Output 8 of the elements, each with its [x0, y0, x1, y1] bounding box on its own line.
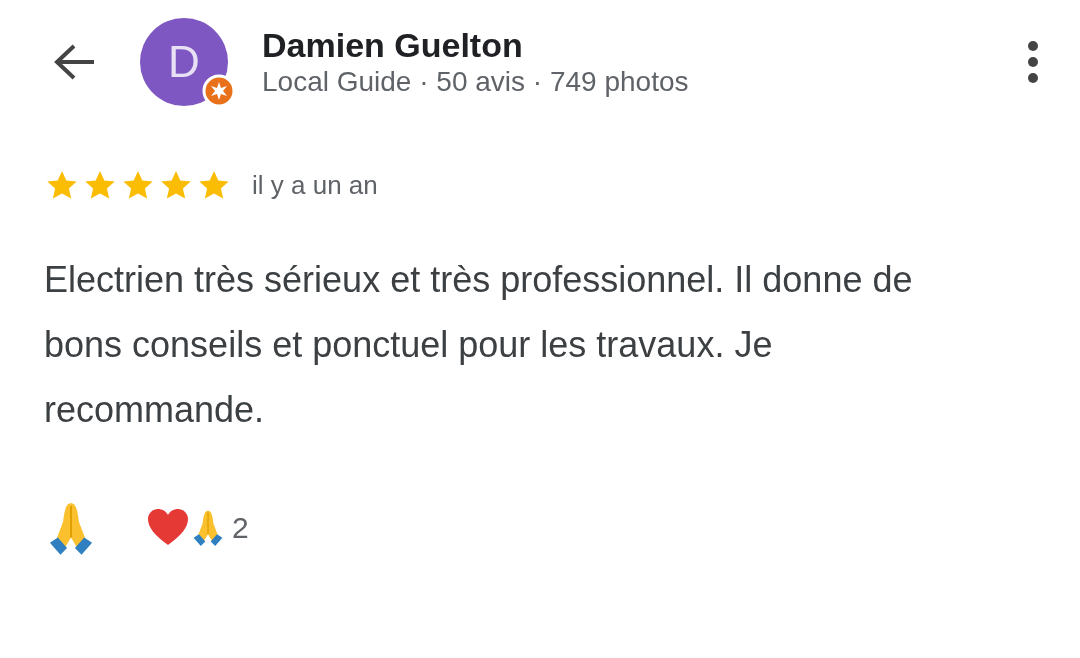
- review-time: il y a un an: [252, 169, 378, 202]
- reaction-count: 2: [232, 509, 249, 546]
- heart-icon[interactable]: [146, 507, 190, 547]
- reviewer-stats: Local Guide · 50 avis · 749 photos: [262, 64, 690, 99]
- review-text: Electrien très sérieux et très professionnel. Il donne de bons conseils et ponctuel pour les travaux. Je recommande.: [44, 258, 914, 432]
- avatar[interactable]: D: [140, 18, 228, 106]
- reviewer-name[interactable]: Damien Guelton: [262, 25, 1026, 65]
- more-options-icon[interactable]: [1026, 38, 1040, 86]
